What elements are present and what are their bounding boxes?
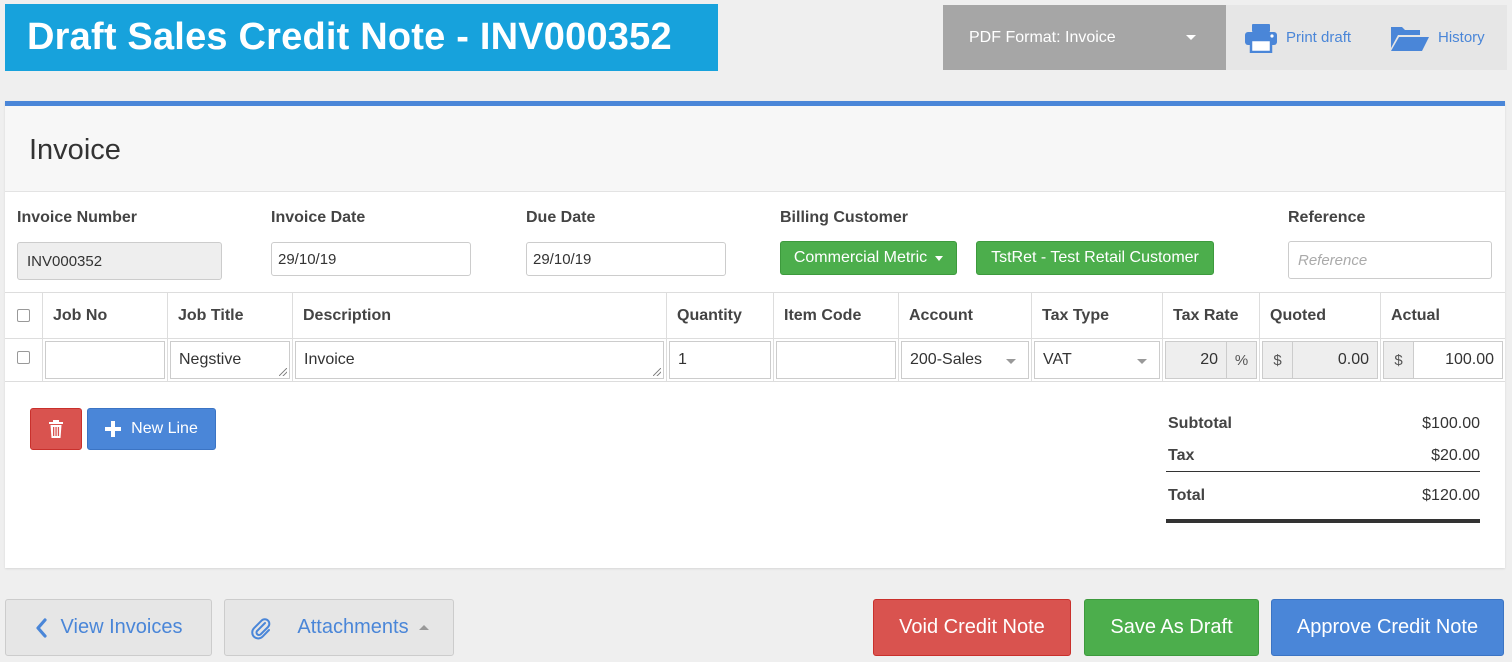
account-value: 200-Sales xyxy=(910,351,983,368)
row-select-cell xyxy=(5,339,43,381)
plus-icon xyxy=(105,421,122,437)
quoted-input[interactable]: 0.00 xyxy=(1292,341,1378,379)
invoice-date-label: Invoice Date xyxy=(271,209,366,226)
tax-type-value: VAT xyxy=(1043,351,1072,368)
customer-button[interactable]: TstRet - Test Retail Customer xyxy=(976,241,1214,275)
due-date-label: Due Date xyxy=(526,209,596,226)
col-item-code: Item Code xyxy=(774,293,899,339)
totals-divider xyxy=(1166,471,1480,472)
col-quoted: Quoted xyxy=(1260,293,1381,339)
new-line-button[interactable]: New Line xyxy=(87,408,216,450)
delete-line-button[interactable] xyxy=(30,408,82,450)
line-items-table: Job No Job Title Description Quantity It… xyxy=(5,292,1505,382)
actual-cell: $ 100.00 xyxy=(1381,339,1505,381)
percent-addon: % xyxy=(1226,341,1257,379)
chevron-down-icon xyxy=(1137,359,1147,364)
col-quantity: Quantity xyxy=(667,293,774,339)
invoice-panel: Invoice Invoice Number INV000352 Invoice… xyxy=(5,101,1505,568)
due-date-field[interactable]: 29/10/19 xyxy=(526,242,726,276)
caret-up-icon xyxy=(418,625,429,630)
view-invoices-button[interactable]: View Invoices xyxy=(5,599,212,656)
table-row xyxy=(43,339,168,381)
tax-value: $20.00 xyxy=(1431,447,1480,464)
account-cell: 200-Sales xyxy=(899,339,1032,381)
tax-rate-input[interactable]: 20 xyxy=(1165,341,1227,379)
printer-icon xyxy=(1245,23,1277,53)
quantity-cell: 1 xyxy=(667,339,774,381)
trash-icon xyxy=(49,420,63,438)
history-label: History xyxy=(1438,29,1485,46)
total-label: Total xyxy=(1168,487,1206,504)
customer-group-dropdown[interactable]: Commercial Metric xyxy=(780,241,957,275)
col-job-title: Job Title xyxy=(168,293,293,339)
paperclip-icon xyxy=(251,617,271,639)
tax-label: Tax xyxy=(1168,447,1195,464)
subtotal-label: Subtotal xyxy=(1168,415,1232,432)
print-draft-label: Print draft xyxy=(1286,29,1352,46)
account-select[interactable]: 200-Sales xyxy=(901,341,1029,379)
item-code-cell xyxy=(774,339,899,381)
page-title: Draft Sales Credit Note - INV000352 xyxy=(5,4,718,71)
description-input[interactable]: Invoice xyxy=(295,341,664,379)
col-account: Account xyxy=(899,293,1032,339)
pdf-format-label: PDF Format: Invoice xyxy=(969,28,1116,46)
new-line-label: New Line xyxy=(131,420,198,437)
col-actual: Actual xyxy=(1381,293,1505,339)
row-checkbox[interactable] xyxy=(17,351,30,364)
select-all-checkbox[interactable] xyxy=(17,309,30,322)
tax-type-select[interactable]: VAT xyxy=(1034,341,1160,379)
tax-type-cell: VAT xyxy=(1032,339,1163,381)
panel-header: Invoice xyxy=(5,106,1505,192)
reference-label: Reference xyxy=(1288,209,1366,226)
resize-handle-icon[interactable] xyxy=(279,368,287,376)
billing-customer-label: Billing Customer xyxy=(780,209,909,226)
dollar-addon: $ xyxy=(1383,341,1414,379)
panel-title: Invoice xyxy=(29,134,121,166)
attachments-label: Attachments xyxy=(297,616,409,638)
resize-handle-icon[interactable] xyxy=(653,368,661,376)
select-all-cell xyxy=(5,293,43,339)
description-value: Invoice xyxy=(304,351,355,368)
total-value: $120.00 xyxy=(1422,487,1480,504)
void-credit-note-button[interactable]: Void Credit Note xyxy=(873,599,1071,656)
folder-open-icon xyxy=(1391,26,1429,51)
col-job-no: Job No xyxy=(43,293,168,339)
col-tax-type: Tax Type xyxy=(1032,293,1163,339)
chevron-down-icon xyxy=(1186,35,1196,40)
approve-credit-note-button[interactable]: Approve Credit Note xyxy=(1271,599,1504,656)
customer-group-label: Commercial Metric xyxy=(793,249,928,266)
attachments-button[interactable]: Attachments xyxy=(224,599,454,656)
job-no-input[interactable] xyxy=(45,341,165,379)
save-as-draft-button[interactable]: Save As Draft xyxy=(1084,599,1259,656)
invoice-date-field[interactable]: 29/10/19 xyxy=(271,242,471,276)
col-description: Description xyxy=(293,293,667,339)
quoted-cell: $ 0.00 xyxy=(1260,339,1381,381)
actual-input[interactable]: 100.00 xyxy=(1413,341,1503,379)
chevron-down-icon xyxy=(1006,359,1016,364)
pdf-format-select[interactable]: PDF Format: Invoice xyxy=(943,5,1226,70)
invoice-number-label: Invoice Number xyxy=(17,209,138,226)
tax-rate-cell: 20 % xyxy=(1163,339,1260,381)
toolbar: Print draft History xyxy=(1226,5,1507,70)
col-tax-rate: Tax Rate xyxy=(1163,293,1260,339)
job-title-value: Negstive xyxy=(179,351,242,368)
dollar-addon: $ xyxy=(1262,341,1293,379)
quantity-input[interactable]: 1 xyxy=(669,341,771,379)
job-title-cell: Negstive xyxy=(168,339,293,381)
reference-input[interactable]: Reference xyxy=(1288,241,1492,279)
item-code-input[interactable] xyxy=(776,341,896,379)
history-button[interactable]: History xyxy=(1390,5,1485,70)
chevron-down-icon xyxy=(935,255,944,261)
total-double-underline xyxy=(1166,519,1480,523)
subtotal-value: $100.00 xyxy=(1422,415,1480,432)
chevron-left-icon xyxy=(35,617,47,638)
job-title-input[interactable]: Negstive xyxy=(170,341,290,379)
view-invoices-label: View Invoices xyxy=(60,616,183,638)
description-cell: Invoice xyxy=(293,339,667,381)
print-draft-button[interactable]: Print draft xyxy=(1244,5,1351,70)
invoice-number-field: INV000352 xyxy=(17,242,222,280)
